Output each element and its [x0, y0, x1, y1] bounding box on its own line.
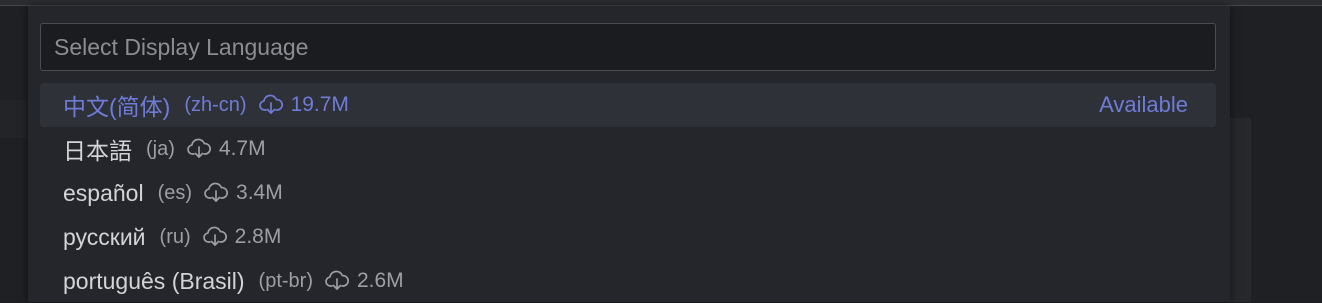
language-search-input[interactable] — [40, 23, 1216, 71]
download-size: 3.4M — [236, 181, 283, 204]
download-size: 2.8M — [234, 225, 282, 248]
language-code: (es) — [157, 181, 193, 204]
editor-side-panel — [1230, 118, 1251, 302]
language-name: 中文(简体) — [63, 94, 171, 120]
status-badge: Available — [1099, 92, 1188, 117]
download-size: 19.7M — [290, 93, 349, 116]
download-size: 2.6M — [356, 269, 404, 292]
display-language-quick-pick: 中文(简体) (zh-cn) 19.7M Available 日本語 (ja) … — [28, 6, 1230, 302]
editor-background-left — [0, 6, 28, 302]
download-size: 4.7M — [218, 137, 266, 160]
language-code: (pt-br) — [258, 269, 313, 292]
language-name: português (Brasil) — [63, 267, 245, 294]
language-code: (zh-cn) — [184, 93, 247, 116]
language-option-ja[interactable]: 日本語 (ja) 4.7M — [40, 127, 1216, 171]
cloud-download-icon — [323, 269, 351, 293]
cloud-download-icon — [201, 225, 229, 249]
language-name: español — [63, 179, 144, 206]
language-option-ru[interactable]: русский (ru) 2.8M — [40, 215, 1216, 259]
cloud-download-icon — [202, 181, 230, 205]
cloud-download-icon — [185, 137, 213, 161]
language-name: 日本語 — [63, 138, 132, 164]
language-option-es[interactable]: español (es) 3.4M — [40, 171, 1216, 215]
language-code: (ru) — [159, 225, 191, 248]
language-option-pt-br[interactable]: português (Brasil) (pt-br) 2.6M — [40, 259, 1216, 303]
cloud-download-icon — [257, 93, 285, 117]
language-code: (ja) — [146, 137, 175, 160]
editor-background-band — [0, 100, 28, 138]
language-name: русский — [63, 223, 146, 250]
language-option-zh-cn[interactable]: 中文(简体) (zh-cn) 19.7M Available — [40, 83, 1216, 127]
